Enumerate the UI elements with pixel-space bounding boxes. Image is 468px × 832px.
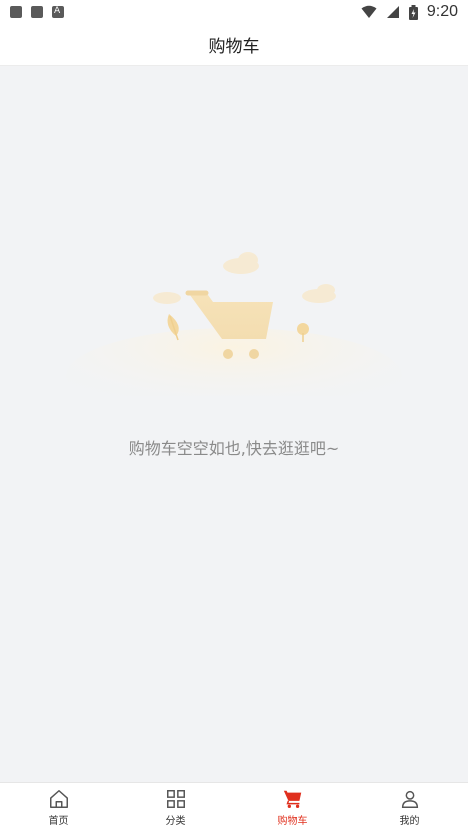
header-bar: 购物车 bbox=[0, 24, 468, 66]
tab-cart[interactable]: 购物车 bbox=[234, 783, 351, 832]
home-icon bbox=[49, 790, 68, 808]
tab-home[interactable]: 首页 bbox=[0, 783, 117, 832]
tab-cart-label: 购物车 bbox=[277, 816, 308, 827]
tab-category-label: 分类 bbox=[165, 816, 186, 827]
signal-icon bbox=[386, 6, 399, 18]
notification-icon bbox=[10, 6, 22, 18]
status-bar: 9:20 bbox=[0, 0, 468, 24]
user-icon bbox=[401, 790, 418, 808]
notification-icon bbox=[31, 6, 43, 18]
status-bar-system: 9:20 bbox=[361, 3, 458, 21]
bottom-tab-bar: 首页 分类 购物车 我的 bbox=[0, 782, 468, 832]
empty-cart-message: 购物车空空如也,快去逛逛吧~ bbox=[128, 439, 340, 458]
empty-cart-illustration bbox=[66, 252, 402, 396]
status-time: 9:20 bbox=[426, 3, 458, 20]
wifi-icon bbox=[361, 5, 377, 18]
app-a-icon bbox=[52, 6, 64, 18]
page-title: 购物车 bbox=[208, 37, 260, 57]
status-bar-notifications bbox=[10, 6, 64, 18]
tab-profile-label: 我的 bbox=[399, 816, 420, 827]
tab-home-label: 首页 bbox=[48, 816, 69, 827]
grid-icon bbox=[166, 790, 185, 808]
battery-icon bbox=[408, 4, 418, 20]
cart-icon bbox=[283, 790, 301, 808]
cart-content: 购物车空空如也,快去逛逛吧~ bbox=[0, 66, 468, 782]
tab-profile[interactable]: 我的 bbox=[351, 783, 468, 832]
tab-category[interactable]: 分类 bbox=[117, 783, 234, 832]
